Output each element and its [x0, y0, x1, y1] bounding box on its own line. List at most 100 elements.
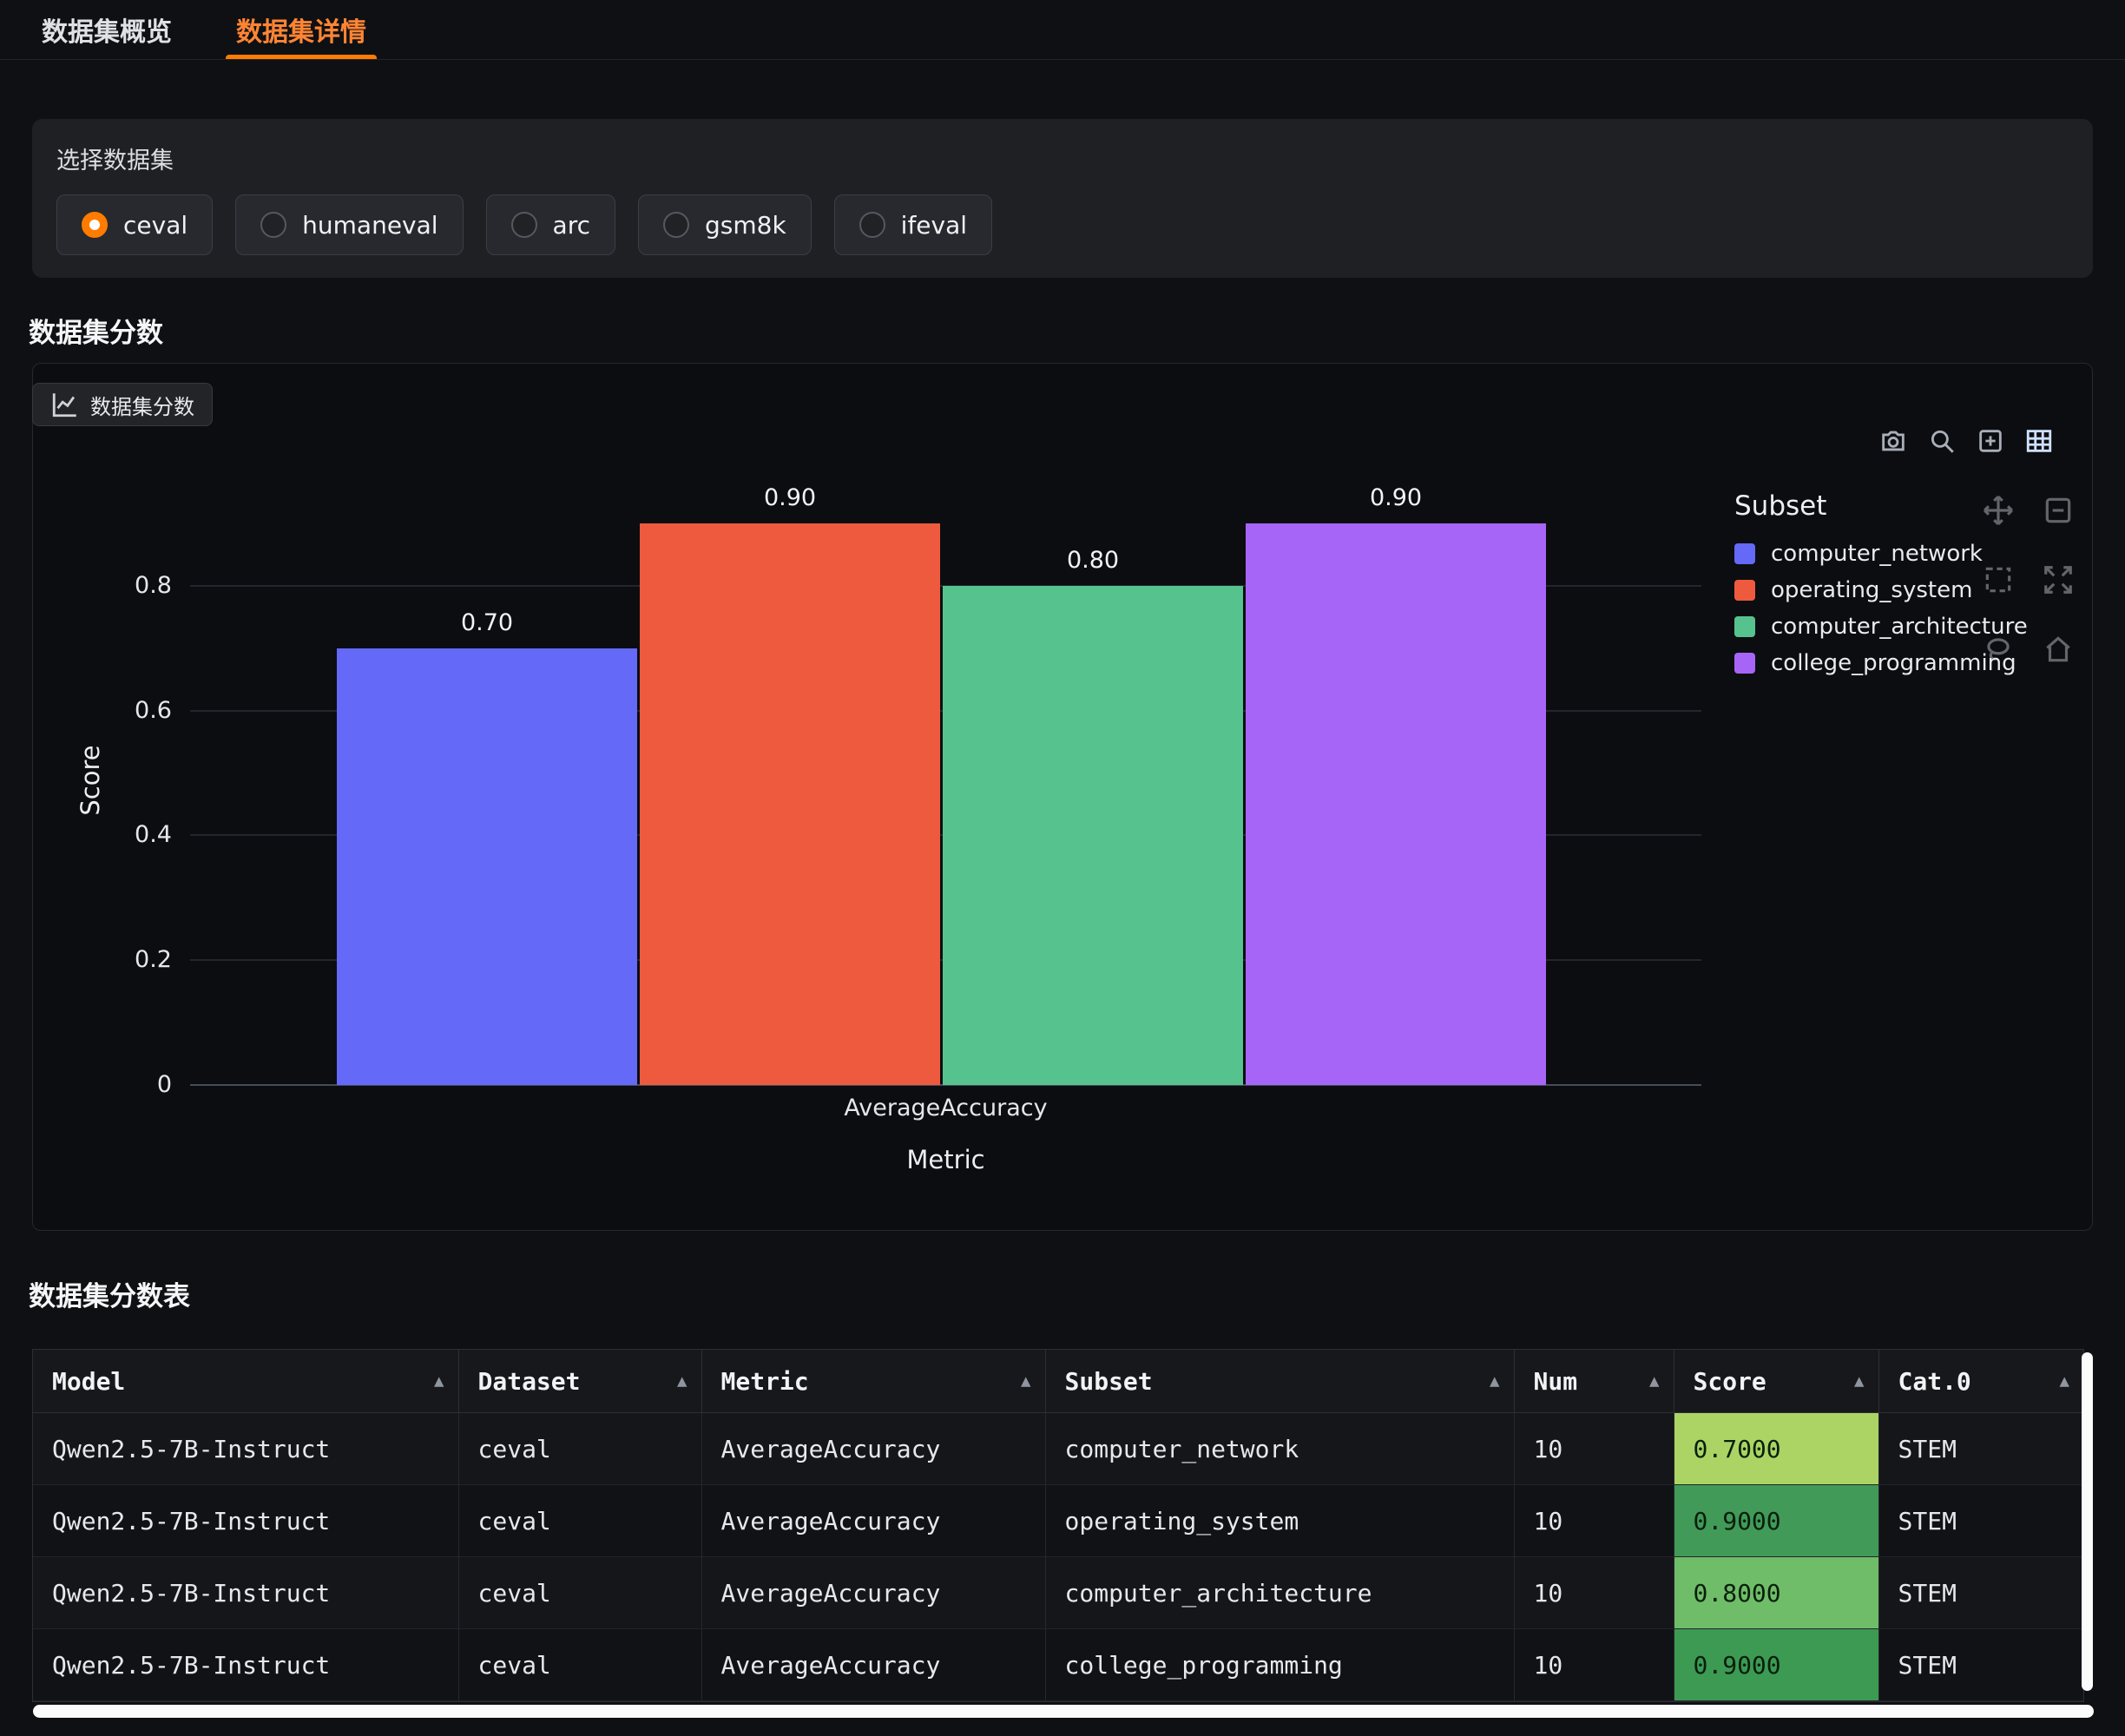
cell-num: 10	[1514, 1485, 1674, 1557]
legend-entry-computer-architecture[interactable]: computer_architecture	[1734, 608, 2028, 645]
cell-dataset: ceval	[458, 1557, 701, 1629]
sort-asc-icon[interactable]: ▲	[677, 1371, 687, 1391]
radio-icon	[82, 212, 108, 238]
cell-num: 10	[1514, 1557, 1674, 1629]
x-tick-label: AverageAccuracy	[190, 1095, 1701, 1121]
cell-cat0: STEM	[1878, 1485, 2083, 1557]
radio-label: humaneval	[302, 211, 438, 240]
table-row: Qwen2.5-7B-Instruct ceval AverageAccurac…	[33, 1413, 2083, 1485]
y-axis-ticks: 00.20.40.60.8	[33, 364, 181, 1085]
radio-option-ceval[interactable]: ceval	[56, 194, 213, 255]
sort-asc-icon[interactable]: ▲	[434, 1371, 444, 1391]
autoscale-icon[interactable]	[2042, 563, 2075, 596]
column-header-dataset[interactable]: Dataset▲	[458, 1350, 701, 1413]
plot-area: 0.700.900.800.90	[190, 364, 1701, 1085]
radio-option-gsm8k[interactable]: gsm8k	[638, 194, 812, 255]
cell-subset: college_programming	[1045, 1629, 1514, 1701]
radio-icon	[260, 212, 286, 238]
radio-label: ceval	[123, 211, 188, 240]
tab-dataset-overview[interactable]: 数据集概览	[16, 0, 198, 59]
y-tick-label: 0.8	[135, 571, 172, 601]
column-header-model[interactable]: Model▲	[33, 1350, 458, 1413]
radio-label: arc	[553, 211, 590, 240]
legend-label: computer_architecture	[1771, 614, 2028, 640]
horizontal-scrollbar[interactable]	[33, 1705, 2094, 1718]
radio-label: gsm8k	[705, 211, 786, 240]
legend-label: college_programming	[1771, 650, 2016, 676]
cell-subset: computer_architecture	[1045, 1557, 1514, 1629]
cell-dataset: ceval	[458, 1629, 701, 1701]
legend-entry-college-programming[interactable]: college_programming	[1734, 645, 2028, 681]
sort-asc-icon[interactable]: ▲	[1854, 1371, 1864, 1391]
cell-subset: operating_system	[1045, 1485, 1514, 1557]
cell-model: Qwen2.5-7B-Instruct	[33, 1629, 458, 1701]
legend-label: computer_network	[1771, 541, 1983, 567]
cell-cat0: STEM	[1878, 1413, 2083, 1485]
dataset-selector-label: 选择数据集	[56, 141, 2069, 175]
cell-model: Qwen2.5-7B-Instruct	[33, 1485, 458, 1557]
cell-dataset: ceval	[458, 1485, 701, 1557]
legend-swatch	[1734, 580, 1755, 601]
legend-swatch	[1734, 653, 1755, 674]
legend-entry-operating-system[interactable]: operating_system	[1734, 572, 2028, 608]
column-header-subset[interactable]: Subset▲	[1045, 1350, 1514, 1413]
bar-computer_network	[337, 648, 637, 1085]
home-icon[interactable]	[2042, 633, 2075, 666]
legend-entry-computer-network[interactable]: computer_network	[1734, 536, 2028, 572]
radio-option-humaneval[interactable]: humaneval	[235, 194, 463, 255]
sort-asc-icon[interactable]: ▲	[1649, 1371, 1659, 1391]
bar-operating_system	[640, 523, 940, 1085]
column-header-score[interactable]: Score▲	[1674, 1350, 1878, 1413]
cell-num: 10	[1514, 1413, 1674, 1485]
cell-metric: AverageAccuracy	[701, 1629, 1045, 1701]
cell-num: 10	[1514, 1629, 1674, 1701]
tab-dataset-detail[interactable]: 数据集详情	[210, 0, 392, 59]
legend-label: operating_system	[1771, 577, 1972, 603]
scores-table: Model▲ Dataset▲ Metric▲ Subset▲ Num▲ Sco…	[32, 1349, 2084, 1702]
chart-section-title: 数据集分数	[29, 311, 163, 350]
zoom-out-icon[interactable]	[2042, 494, 2075, 527]
sort-asc-icon[interactable]: ▲	[1021, 1371, 1030, 1391]
cell-dataset: ceval	[458, 1413, 701, 1485]
legend-swatch	[1734, 543, 1755, 564]
bar-value-label: 0.80	[943, 546, 1243, 575]
column-header-cat0[interactable]: Cat.0▲	[1878, 1350, 2083, 1413]
cell-model: Qwen2.5-7B-Instruct	[33, 1557, 458, 1629]
plotly-modebar	[1878, 426, 2054, 456]
camera-icon[interactable]	[1878, 426, 1908, 456]
chart-panel: 数据集分数 00.20.40.60.8 0.700.900.800.90 Sco…	[32, 363, 2093, 1231]
cell-metric: AverageAccuracy	[701, 1485, 1045, 1557]
cell-metric: AverageAccuracy	[701, 1557, 1045, 1629]
bar-college_programming	[1246, 523, 1546, 1085]
zoom-in-icon[interactable]	[1976, 426, 2005, 456]
radio-option-ifeval[interactable]: ifeval	[834, 194, 992, 255]
bar-value-label: 0.90	[640, 483, 940, 513]
cell-cat0: STEM	[1878, 1629, 2083, 1701]
table-row: Qwen2.5-7B-Instruct ceval AverageAccurac…	[33, 1557, 2083, 1629]
zoom-icon[interactable]	[1927, 426, 1957, 456]
cell-score: 0.9000	[1674, 1485, 1878, 1557]
legend-title: Subset	[1734, 490, 2028, 522]
cell-subset: computer_network	[1045, 1413, 1514, 1485]
legend: Subset computer_network operating_system…	[1734, 490, 2028, 681]
dataset-options: ceval humaneval arc gsm8k ifeval	[56, 194, 2069, 255]
table-row: Qwen2.5-7B-Instruct ceval AverageAccurac…	[33, 1485, 2083, 1557]
cell-score: 0.8000	[1674, 1557, 1878, 1629]
column-header-metric[interactable]: Metric▲	[701, 1350, 1045, 1413]
x-axis-title: Metric	[190, 1145, 1701, 1174]
sort-asc-icon[interactable]: ▲	[1490, 1371, 1499, 1391]
vertical-scrollbar[interactable]	[2082, 1352, 2093, 1691]
sort-asc-icon[interactable]: ▲	[2060, 1371, 2069, 1391]
page: { "tabs": { "items": [ {"label": "数据集概览"…	[0, 0, 2125, 1736]
radio-icon	[859, 212, 885, 238]
radio-option-arc[interactable]: arc	[486, 194, 615, 255]
cell-metric: AverageAccuracy	[701, 1413, 1045, 1485]
table-toggle-icon[interactable]	[2024, 426, 2054, 456]
bar-computer_architecture	[943, 586, 1243, 1085]
column-header-num[interactable]: Num▲	[1514, 1350, 1674, 1413]
radio-icon	[511, 212, 537, 238]
tab-bar: 数据集概览 数据集详情	[0, 0, 2125, 60]
y-tick-label: 0.4	[135, 820, 172, 850]
bar-value-label: 0.90	[1246, 483, 1546, 513]
table-section-title: 数据集分数表	[29, 1274, 190, 1313]
